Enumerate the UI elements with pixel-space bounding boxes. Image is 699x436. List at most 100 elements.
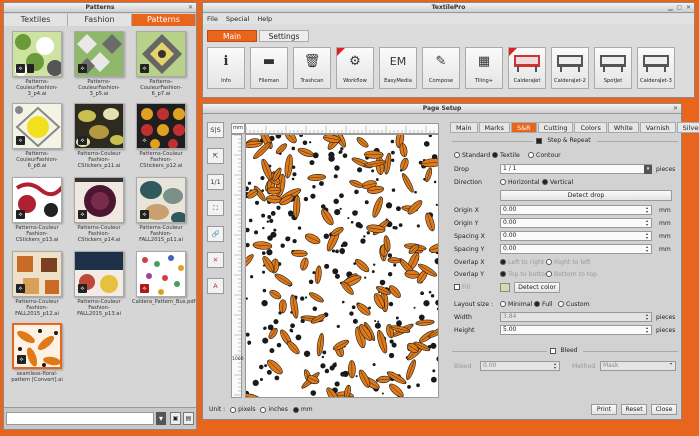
tab-cutting[interactable]: Cutting: [537, 122, 574, 133]
pattern-item[interactable]: ⟡ Patterns-Couleur Fashion-CStickers_p11…: [70, 103, 128, 175]
tab-varnish[interactable]: Varnish: [639, 122, 676, 133]
pattern-item[interactable]: ⟡ Patterns-CouleurFashion-3_p5.ai: [70, 31, 128, 103]
height-input[interactable]: 5.00 ▴ ▾: [500, 325, 652, 335]
tab-patterns[interactable]: Patterns: [132, 14, 196, 26]
tab-white[interactable]: White: [607, 122, 639, 133]
preview-canvas[interactable]: [245, 134, 439, 398]
bleed-input[interactable]: 0.00 ▴ ▾: [480, 361, 560, 371]
filter-icon[interactable]: ▾: [156, 412, 166, 425]
workflow-button[interactable]: ⚙ Workflow: [336, 47, 374, 89]
width-input[interactable]: 3.84 ▴ ▾: [500, 312, 652, 322]
pattern-item[interactable]: ⟡ Patterns-Couleur Fashion-CStickers_p14…: [70, 177, 128, 249]
pattern-item[interactable]: ⟡ Caldera_Pattern_Bus.pdf: [132, 251, 196, 323]
pattern-item[interactable]: ⟡ Patterns-Couleur Fashion-FALL2015_p13.…: [70, 251, 128, 323]
overlap-bottom-to-top[interactable]: Bottom to top: [546, 269, 597, 280]
layout-minimal[interactable]: Minimal: [500, 299, 532, 310]
mode-textile[interactable]: Textile: [492, 150, 520, 161]
tab-colors[interactable]: Colors: [574, 122, 607, 133]
overlap-right-to-left[interactable]: Right to left: [546, 257, 590, 268]
close-icon[interactable]: ✕: [187, 4, 194, 11]
pattern-item[interactable]: ⟡ Patterns-CouleurFashion-6_p8.ai: [8, 103, 66, 175]
add-icon[interactable]: ▣: [170, 412, 181, 425]
pattern-item[interactable]: ⟡ seamless-floral-pattern [Convert].ai: [8, 323, 66, 395]
drop-row: Drop 1 / 1 ▾ pieces: [454, 164, 676, 174]
unit-mm[interactable]: mm: [292, 406, 313, 413]
pattern-thumbnail: ⟡: [136, 31, 186, 77]
tab-textiles[interactable]: Textiles: [4, 14, 68, 26]
fill-checkbox[interactable]: Fill: [454, 282, 470, 293]
menu-file[interactable]: File: [207, 14, 218, 24]
step-repeat-section[interactable]: Step & Repeat: [450, 137, 680, 144]
pattern-item[interactable]: ⟡ Patterns-Couleur Fashion-CStickers_p13…: [8, 177, 66, 249]
close-icon[interactable]: ✕: [672, 105, 679, 112]
pattern-item[interactable]: ⟡ Patterns-Couleur Fashion-CStickers_p12…: [132, 103, 190, 175]
overlap-top-to-bottom[interactable]: Top to bottom: [500, 269, 551, 280]
calderajet-button[interactable]: CalderaJet: [508, 47, 546, 89]
spacing-y-input[interactable]: 0.00 ▴ ▾: [500, 244, 652, 254]
easymedia-button[interactable]: EM EasyMedia: [379, 47, 417, 89]
bleed-section[interactable]: Bleed: [450, 347, 680, 354]
minimize-icon[interactable]: ▁: [667, 4, 674, 11]
pattern-item[interactable]: ⟡ Patterns-CouleurFashion-3_p4.ai: [8, 31, 66, 103]
mode-contour[interactable]: Contour: [528, 150, 561, 161]
trashcan-button[interactable]: 🗑 Trashcan: [293, 47, 331, 89]
calderajet-3-button[interactable]: CalderaJet-3: [637, 47, 675, 89]
tab-marks[interactable]: Marks: [478, 122, 510, 133]
pdf-icon: ⟡: [78, 284, 87, 293]
chevron-down-icon[interactable]: ▾: [644, 165, 652, 174]
menu-special[interactable]: Special: [226, 14, 249, 24]
link-icon[interactable]: 🔗: [207, 226, 224, 242]
overlap-left-to-right[interactable]: Left to right: [500, 257, 544, 268]
compose-button[interactable]: ✎ Compose: [422, 47, 460, 89]
spotjet-button[interactable]: SpotJet: [594, 47, 632, 89]
lock-icon: [27, 64, 34, 73]
direction-horizontal[interactable]: Horizontal: [500, 177, 540, 188]
import-icon[interactable]: ▤: [183, 412, 194, 425]
unit-inches[interactable]: inches: [260, 406, 288, 413]
maximize-icon[interactable]: ▢: [676, 4, 683, 11]
crop-icon[interactable]: ✕: [207, 252, 224, 268]
close-icon[interactable]: ✕: [685, 4, 692, 11]
tiling-button[interactable]: ▦ Tiling+: [465, 47, 503, 89]
tab-settings[interactable]: Settings: [259, 30, 309, 42]
search-input[interactable]: [6, 412, 154, 425]
pattern-item[interactable]: ⟡ Patterns-Couleur Fashion-FALL2015_p11.…: [132, 177, 190, 249]
origin-x-input[interactable]: 0.00 ▴ ▾: [500, 205, 652, 215]
step-repeat-icon[interactable]: S|S: [207, 122, 224, 138]
detect-drop-button[interactable]: Detect drop: [500, 190, 672, 201]
unit-pixels[interactable]: pixels: [230, 406, 255, 413]
mode-standard[interactable]: Standard: [454, 150, 490, 161]
pattern-item[interactable]: ⟡ Patterns-Couleur Fashion-FALL2015_p12.…: [8, 251, 66, 323]
fill-color-swatch[interactable]: [500, 283, 510, 292]
info-button[interactable]: i Info: [207, 47, 245, 89]
text-icon[interactable]: A: [207, 278, 224, 294]
tab-sr[interactable]: S&R: [510, 122, 537, 133]
tab-main[interactable]: Main: [450, 122, 478, 133]
spinner-icon: ▴ ▾: [646, 205, 649, 214]
tab-silver[interactable]: Silver: [676, 122, 699, 133]
detect-color-button[interactable]: Detect color: [514, 282, 560, 293]
spacing-x-input[interactable]: 0.00 ▴ ▾: [500, 231, 652, 241]
drop-select[interactable]: 1 / 1: [500, 164, 652, 174]
calderajet-2-button[interactable]: CalderaJet-2: [551, 47, 589, 89]
menu-help[interactable]: Help: [257, 14, 272, 24]
horizontal-ruler[interactable]: [245, 123, 439, 134]
tab-fashion[interactable]: Fashion: [68, 14, 132, 26]
close-button[interactable]: Close: [651, 404, 677, 415]
fileman-button[interactable]: ▬ Fileman: [250, 47, 288, 89]
layout-full[interactable]: Full: [534, 299, 553, 310]
tab-main[interactable]: Main: [207, 30, 257, 42]
layout-custom[interactable]: Custom: [558, 299, 590, 310]
direction-vertical[interactable]: Vertical: [542, 177, 573, 188]
print-button[interactable]: Print: [591, 404, 617, 415]
fit-corner-icon[interactable]: ⇱: [207, 148, 224, 164]
reset-button[interactable]: Reset: [621, 404, 647, 415]
pattern-item[interactable]: ⟡ Patterns-CouleurFashion-6_p7.ai: [132, 31, 190, 103]
origin-y-input[interactable]: 0.00 ▴ ▾: [500, 218, 652, 228]
vertical-ruler[interactable]: 1000: [231, 134, 243, 398]
spacing-x-row: Spacing X 0.00 ▴ ▾ mm: [454, 231, 671, 241]
status-flag-icon: [337, 48, 345, 56]
fit-page-icon[interactable]: ⛶: [207, 200, 224, 216]
bleed-method-select[interactable]: Mask ▾: [600, 361, 676, 371]
actual-size-icon[interactable]: 1/1: [207, 174, 224, 190]
